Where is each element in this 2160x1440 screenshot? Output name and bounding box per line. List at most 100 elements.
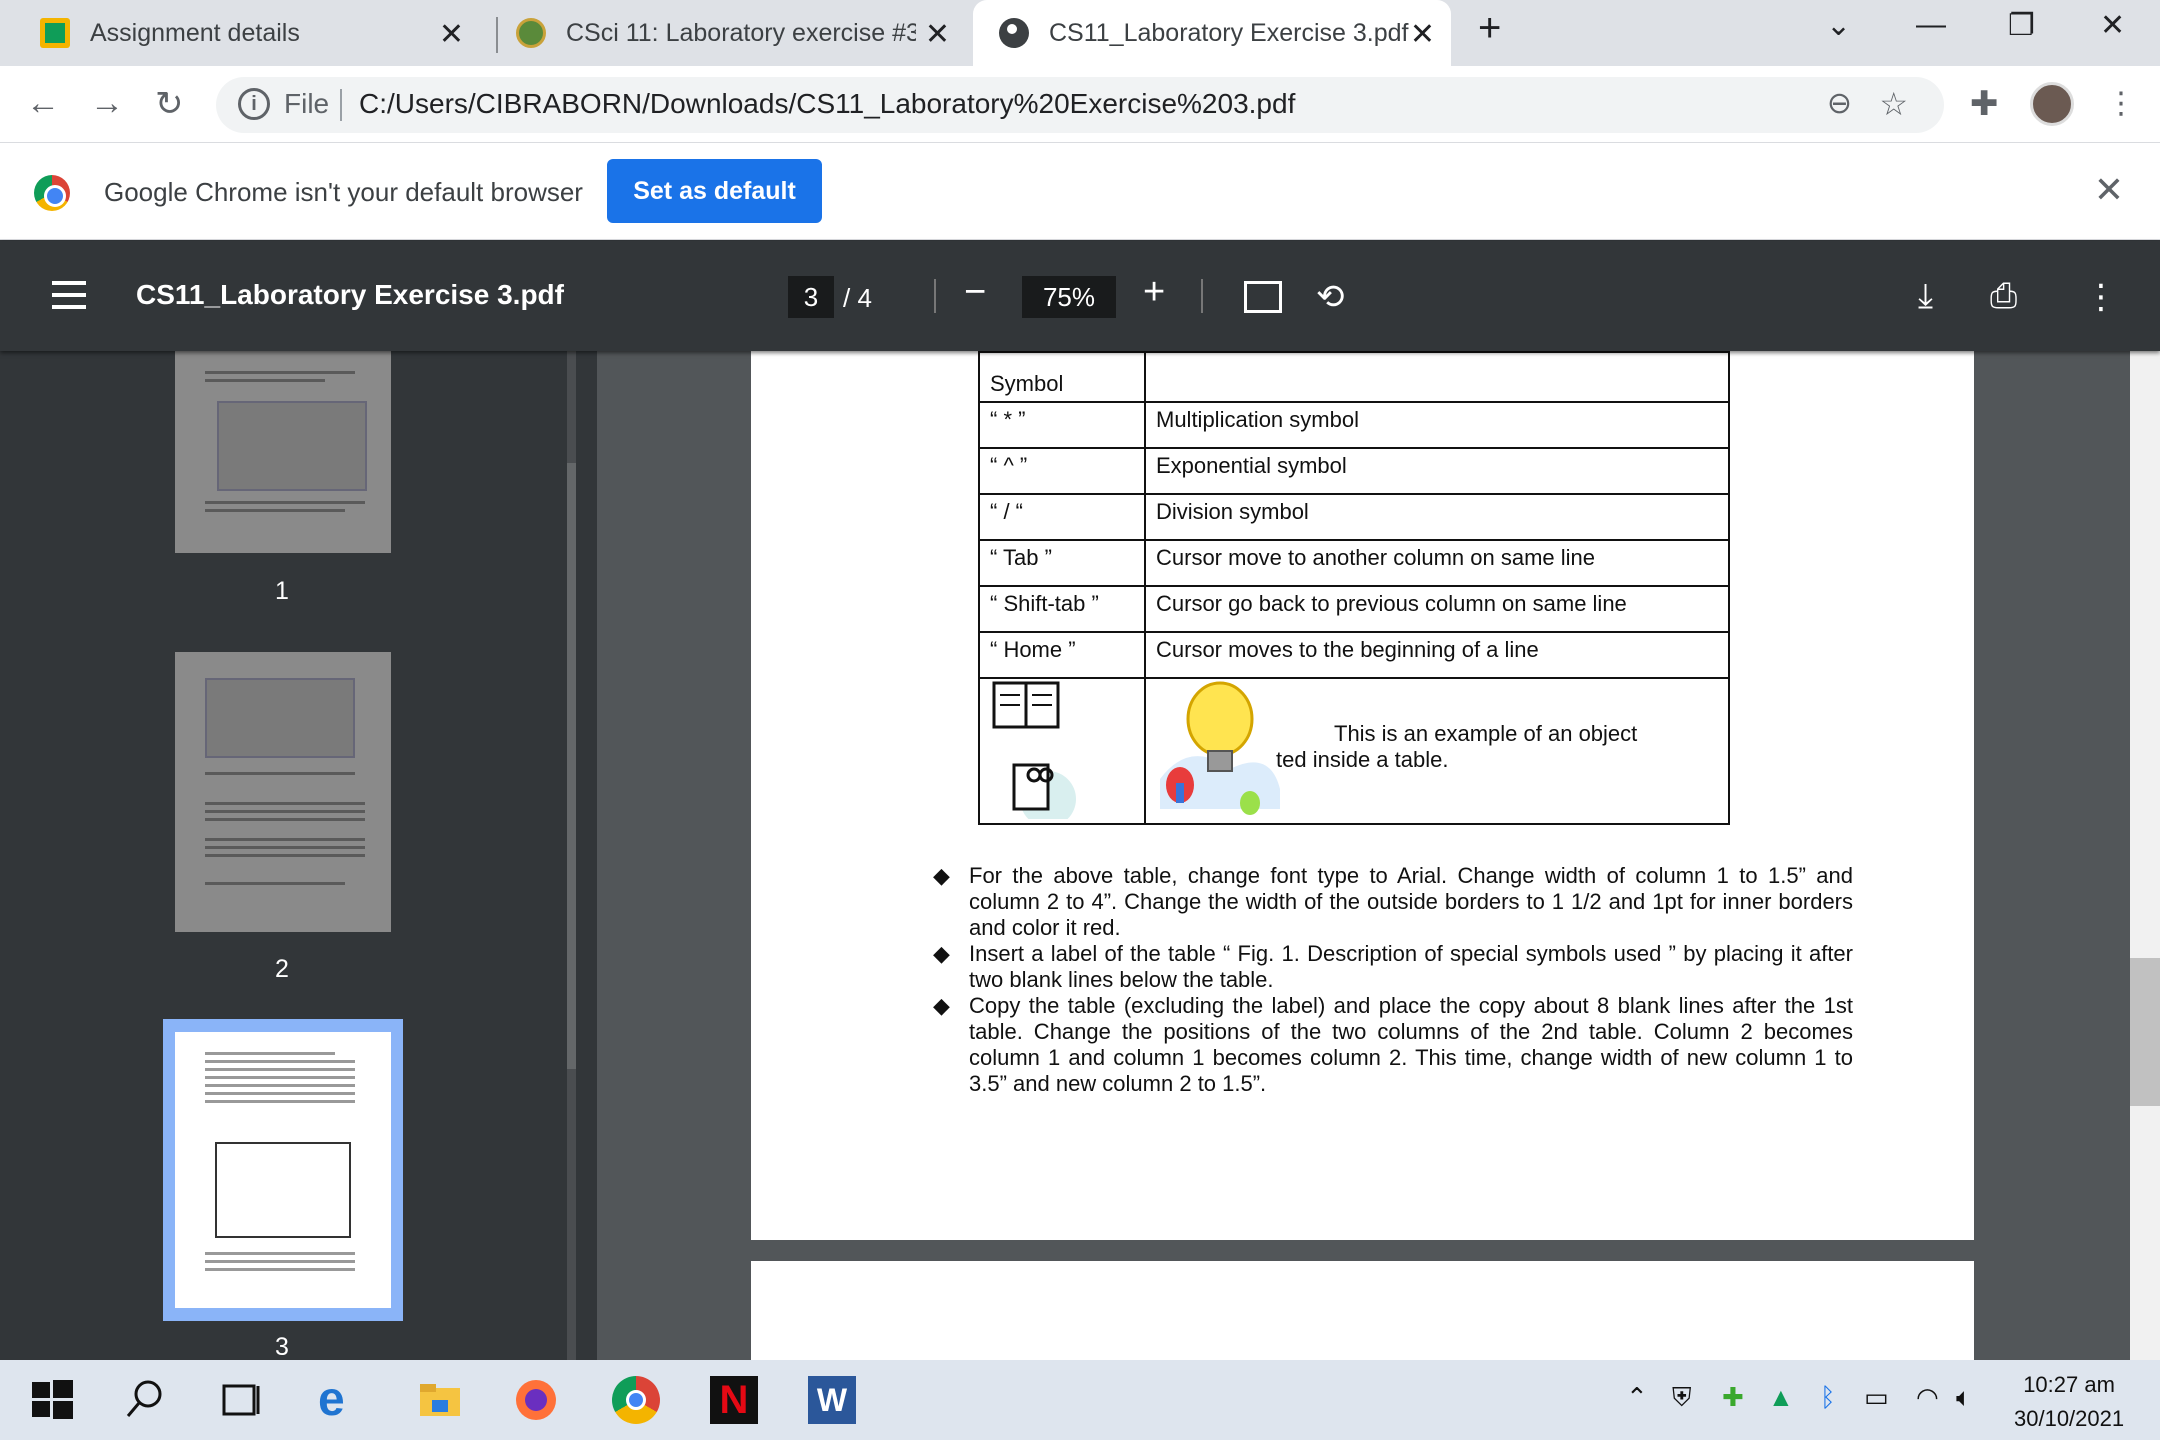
page-thumbnail-2[interactable] [175,652,391,932]
tab-search-icon[interactable]: ⌄ [1826,8,1851,43]
windows-start-icon[interactable] [28,1376,76,1424]
task-view-icon[interactable] [216,1376,264,1424]
object-caption-line1: This is an example of an object [1334,721,1638,746]
lightbulb-balloons-icon [1160,681,1280,815]
pdf-page-3: Symbol “ * ” Multiplication symbol “ ^ ”… [751,351,1974,1240]
table-row: “ Shift-tab ” Cursor go back to previous… [978,585,1730,633]
table-cell: “ Shift-tab ” [978,585,1146,633]
clock[interactable]: 10:27 am 30/10/2021 [2014,1368,2124,1436]
fit-to-page-icon[interactable] [1244,281,1282,313]
close-icon[interactable]: ✕ [1410,17,1435,52]
close-icon[interactable]: ✕ [439,17,464,52]
main-scrollbar-thumb[interactable] [2130,958,2160,1106]
table-cell: Division symbol [1144,493,1730,541]
table-cell: Cursor move to another column on same li… [1144,539,1730,587]
taskbar: e N W ⌃ ⛨ ✚ ▲ ᛒ ▭ ◠ 🔈︎ 10:27 am 30/10/20… [0,1360,2160,1440]
zoom-input[interactable]: 75% [1022,276,1116,318]
table-cell: Cursor moves to the beginning of a line [1144,631,1730,679]
object-caption-line2: ted inside a table. [1276,747,1449,772]
reload-icon[interactable]: ↻ [155,84,184,124]
table-cell: “ Tab ” [978,539,1146,587]
infobar-message: Google Chrome isn't your default browser [104,177,583,207]
more-options-icon[interactable]: ⋮ [2084,277,2118,317]
back-icon[interactable]: ← [26,84,60,123]
globe-icon [999,18,1029,48]
table-cell: “ / “ [978,493,1146,541]
security-icon[interactable]: ⛨ [1672,1382,1692,1414]
word-icon[interactable]: W [808,1376,856,1424]
chrome-icon[interactable] [612,1376,660,1424]
thumbnail-label: 1 [275,577,289,605]
pdf-toolbar: CS11_Laboratory Exercise 3.pdf 3 / 4 − 7… [0,241,2160,351]
table-cell [1144,351,1730,403]
divider [340,89,342,121]
close-window-icon[interactable]: ✕ [2100,8,2125,43]
table-row: Symbol [978,351,1730,403]
battery-icon[interactable]: ▭ [1864,1382,1889,1413]
extensions-icon[interactable]: ✚ [1970,84,1999,124]
restore-icon[interactable]: ❐ [2008,8,2035,43]
menu-icon[interactable]: ⋮ [2106,86,2136,121]
page-thumbnail-3[interactable] [175,1032,391,1308]
main-scrollbar[interactable] [2130,351,2160,1360]
avatar[interactable] [2030,82,2074,126]
table-cell: Multiplication symbol [1144,401,1730,449]
classroom-icon [40,18,70,48]
google-drive-icon[interactable]: ▲ [1768,1382,1794,1413]
print-icon[interactable]: ⎙ [1990,277,2017,316]
set-as-default-button[interactable]: Set as default [607,159,822,223]
table-cell: “ Home ” [978,631,1146,679]
table-row: “ ^ ” Exponential symbol [978,447,1730,495]
tab-assignment-details[interactable]: Assignment details ✕ [40,0,480,66]
pdf-viewer: Symbol “ * ” Multiplication symbol “ ^ ”… [597,351,2130,1360]
zoom-icon[interactable]: ⊖ [1827,86,1852,121]
table-cell: Exponential symbol [1144,447,1730,495]
divider [1201,279,1203,313]
netflix-icon[interactable]: N [710,1376,758,1424]
minimize-icon[interactable]: — [1916,8,1946,42]
address-bar[interactable]: i File C:/Users/CIBRABORN/Downloads/CS11… [216,77,1944,133]
table-row: “ Home ” Cursor moves to the beginning o… [978,631,1730,679]
page-thumbnail-1[interactable] [175,351,391,553]
tab-strip: Assignment details ✕ CSci 11: Laboratory… [0,0,2160,66]
university-seal-icon [516,18,546,48]
page-number-input[interactable]: 3 [788,276,834,318]
download-icon[interactable]: ⤓ [1918,277,1933,316]
file-explorer-icon[interactable] [416,1376,464,1424]
table-row: “ * ” Multiplication symbol [978,401,1730,449]
tab-separator [496,17,498,53]
zoom-out-icon[interactable]: − [964,271,986,314]
instructions-list: For the above table, change font type to… [933,863,1853,1097]
tab-laboratory-exercise[interactable]: CSci 11: Laboratory exercise #3 - ✕ [516,0,966,66]
sidebar-scrollbar-thumb[interactable] [567,463,576,1069]
forward-icon[interactable]: → [90,84,124,123]
table-row: “ / “ Division symbol [978,493,1730,541]
tab-label: CS11_Laboratory Exercise 3.pdf [1049,18,1409,47]
table-cell: This is an example of an object ted insi… [1144,677,1730,825]
rotate-icon[interactable]: ⟲ [1316,277,1345,317]
chevron-up-icon[interactable]: ⌃ [1626,1382,1648,1413]
tab-label: Assignment details [90,18,300,47]
edge-icon[interactable]: e [318,1376,366,1424]
bookmark-star-icon[interactable]: ☆ [1879,85,1908,123]
file-label: File [284,88,330,119]
menu-icon[interactable] [52,281,86,309]
app-tray-icon[interactable]: ✚ [1722,1382,1744,1413]
volume-icon[interactable]: 🔈︎ [1956,1382,1972,1414]
tab-pdf[interactable]: CS11_Laboratory Exercise 3.pdf ✕ [973,0,1451,66]
thumbnail-label: 2 [275,955,289,983]
search-icon[interactable] [120,1376,168,1424]
close-icon[interactable]: ✕ [925,17,950,52]
close-icon[interactable]: ✕ [2094,169,2124,211]
thumbnail-sidebar: 1 2 3 [0,351,576,1360]
table-cell: “ * ” [978,401,1146,449]
new-tab-button[interactable]: + [1478,6,1501,51]
zoom-in-icon[interactable]: + [1143,271,1165,314]
wifi-icon[interactable]: ◠ [1916,1382,1939,1413]
bluetooth-icon[interactable]: ᛒ [1820,1382,1836,1413]
firefox-icon[interactable] [512,1376,560,1424]
url-text[interactable]: C:/Users/CIBRABORN/Downloads/CS11_Labora… [359,88,1295,120]
table-row: “ Tab ” Cursor move to another column on… [978,539,1730,587]
info-icon[interactable]: i [238,88,270,120]
table-row: This is an example of an object ted insi… [978,677,1730,825]
